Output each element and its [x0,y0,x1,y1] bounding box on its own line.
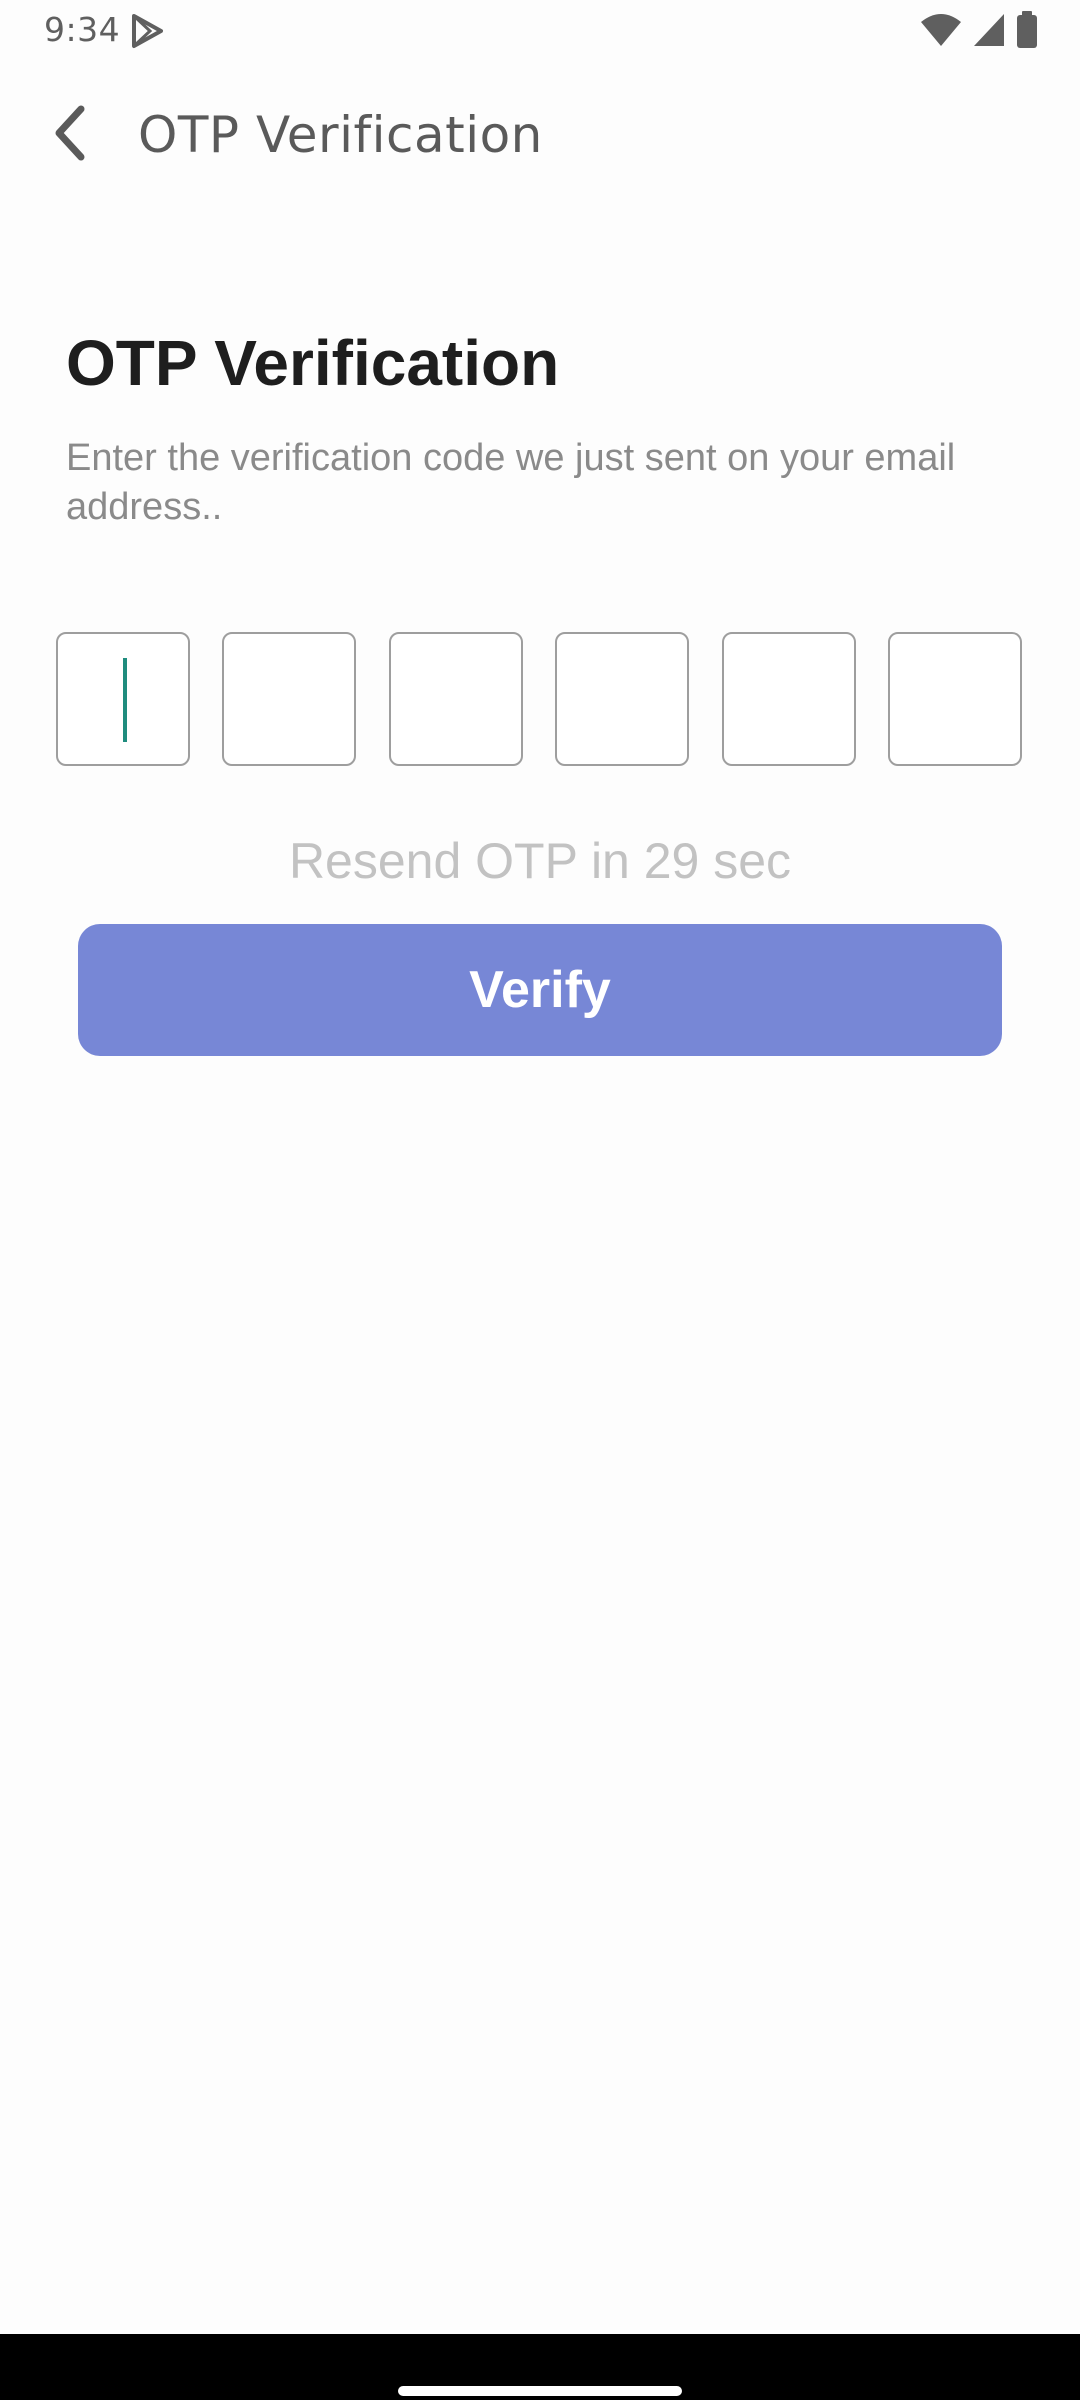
wifi-icon [920,12,962,53]
status-icons [920,10,1038,54]
otp-digit-3[interactable] [389,632,523,766]
resend-otp-countdown: Resend OTP in 29 sec [288,833,792,889]
app-bar-title: OTP Verification [138,106,543,164]
app-bar: OTP Verification [0,80,1080,190]
cell-signal-icon [972,12,1006,53]
page-subtitle: Enter the verification code we just sent… [66,437,956,528]
otp-digit-1[interactable] [56,632,190,766]
page-heading: OTP Verification [66,327,560,399]
home-indicator[interactable] [398,2386,682,2396]
text-cursor [123,658,127,742]
chevron-left-icon [47,103,91,168]
otp-digit-4[interactable] [555,632,689,766]
otp-digit-6[interactable] [888,632,1022,766]
battery-icon [1016,10,1038,54]
status-bar: 9:34 [0,0,1080,62]
verify-button-label: Verify [469,961,611,1019]
verify-button[interactable]: Verify [78,924,1002,1056]
otp-input-row [56,632,1024,768]
otp-verification-screen: 9:34 OTP Verification OTP Verification E… [0,0,1080,2400]
status-time: 9:34 [44,10,121,49]
back-button[interactable] [34,100,104,170]
otp-digit-2[interactable] [222,632,356,766]
play-store-icon [128,12,166,50]
otp-digit-5[interactable] [722,632,856,766]
